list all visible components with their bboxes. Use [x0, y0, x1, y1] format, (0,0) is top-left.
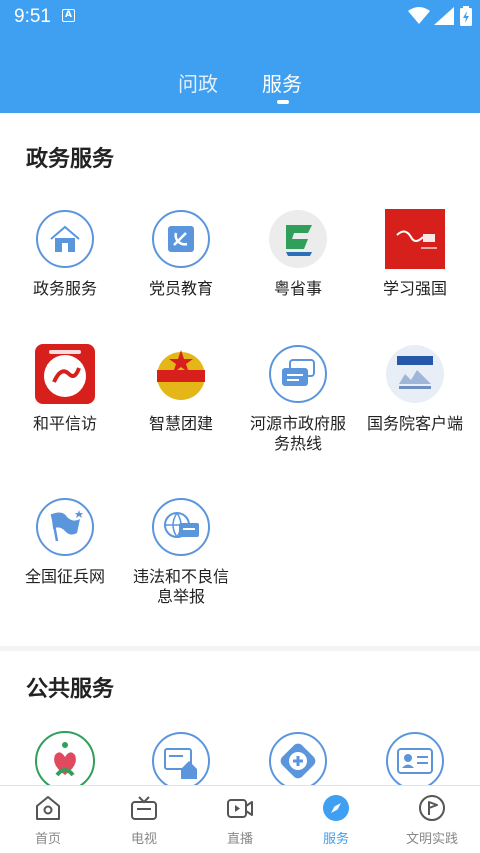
section-title-gov: 政务服务 — [26, 147, 115, 172]
service-item-dangyuan[interactable]: 党员教育 — [122, 209, 240, 299]
service-label: 党员教育 — [148, 279, 213, 298]
battery-icon — [460, 6, 472, 26]
status-time: 9:51 — [14, 6, 51, 27]
nav-label: 文明实践 — [405, 832, 458, 847]
youth-league-emblem-icon — [157, 350, 205, 400]
heping-xinfang-logo-icon — [35, 344, 95, 404]
public-item-medical[interactable] — [239, 731, 357, 785]
service-item-zhengbing[interactable]: 全国征兵网 — [6, 497, 124, 587]
housing-fund-icon — [152, 732, 210, 785]
service-label: 全国征兵网 — [24, 567, 105, 586]
id-card-icon — [386, 732, 444, 785]
nav-item-civilization[interactable]: 文明实践 — [384, 794, 480, 847]
status-bar: 9:51 A — [0, 0, 480, 32]
nav-item-home[interactable]: 首页 — [0, 794, 96, 847]
nav-item-tv[interactable]: 电视 — [96, 794, 192, 847]
nav-label: 服务 — [322, 832, 349, 847]
public-item-housing-fund[interactable] — [122, 731, 240, 785]
tab-wenzheng[interactable]: 问政 — [178, 68, 218, 97]
signal-icon — [434, 7, 454, 25]
tab-fuwu[interactable]: 服务 — [262, 68, 302, 97]
service-label: 和平信访 — [32, 414, 97, 433]
service-item-hepingxinfang[interactable]: 和平信访 — [6, 344, 124, 434]
gov-services-section: 政务服务 政务服务 党员教育 粤省事 学习强国 和平信访 智慧团建 河源市政府服… — [0, 113, 480, 646]
service-item-zhengwu[interactable]: 政务服务 — [6, 209, 124, 299]
service-content[interactable]: 政务服务 政务服务 党员教育 粤省事 学习强国 和平信访 智慧团建 河源市政府服… — [0, 113, 480, 785]
active-tab-indicator — [277, 100, 289, 104]
service-label: 学习强国 — [382, 279, 447, 298]
app-header: 9:51 A 问政 服务 — [0, 0, 480, 113]
xuexiqiangguo-logo-icon — [385, 209, 445, 269]
home-icon — [36, 796, 60, 820]
service-label: 违法和不良信息举报 — [132, 567, 229, 606]
public-item-id-card[interactable] — [356, 731, 474, 785]
service-item-guowuyuan[interactable]: 国务院客户端 — [356, 344, 474, 434]
nav-item-service[interactable]: 服务 — [288, 794, 384, 847]
nav-label: 直播 — [226, 832, 253, 847]
tv-icon — [131, 796, 157, 820]
house-icon — [36, 210, 94, 268]
wifi-icon — [408, 7, 430, 24]
section-title-public: 公共服务 — [26, 677, 115, 702]
flag-icon — [36, 498, 94, 556]
service-label: 智慧团建 — [148, 414, 213, 433]
public-item-hospital[interactable] — [6, 731, 124, 785]
nav-item-live[interactable]: 直播 — [192, 794, 288, 847]
nav-label: 电视 — [130, 832, 157, 847]
party-emblem-icon — [152, 210, 210, 268]
compass-icon — [323, 795, 349, 821]
bottom-nav: 首页 电视 直播 服务 文明实践 — [0, 785, 480, 853]
service-item-zhihuituanjian[interactable]: 智慧团建 — [122, 344, 240, 434]
medical-cross-icon — [269, 732, 327, 785]
service-item-yueshengshi[interactable]: 粤省事 — [239, 209, 357, 299]
notification-icon: A — [62, 9, 75, 22]
live-video-icon — [227, 799, 253, 818]
yueshengshi-logo-icon — [269, 210, 327, 268]
state-council-logo-icon — [386, 345, 444, 403]
nav-label: 首页 — [34, 832, 61, 847]
service-item-jubao[interactable]: 违法和不良信息举报 — [122, 497, 240, 607]
service-label: 河源市政府服务热线 — [249, 414, 346, 453]
flag-circle-icon — [419, 795, 445, 821]
service-label: 政务服务 — [32, 279, 97, 298]
service-label: 粤省事 — [273, 279, 322, 298]
service-label: 国务院客户端 — [366, 414, 463, 433]
globe-report-icon — [152, 498, 210, 556]
public-services-section: 公共服务 — [0, 651, 480, 785]
chat-bubbles-icon — [269, 345, 327, 403]
service-item-xuexiqiangguo[interactable]: 学习强国 — [356, 209, 474, 299]
hospital-logo-icon — [35, 731, 95, 785]
service-item-heyuan-hotline[interactable]: 河源市政府服务热线 — [239, 344, 357, 454]
